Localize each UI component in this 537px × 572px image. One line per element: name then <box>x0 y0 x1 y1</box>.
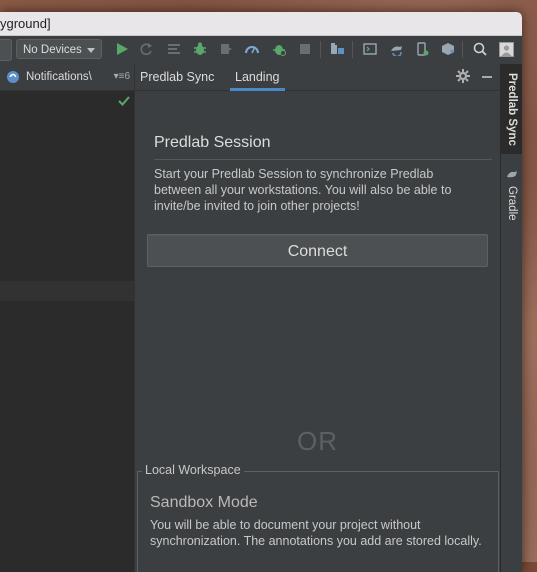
session-description: Start your Predlab Session to synchroniz… <box>154 167 452 213</box>
divider <box>154 159 492 160</box>
session-title: Predlab Session <box>154 134 271 151</box>
notifications-header: Notifications\ ▾≡6 <box>0 64 134 91</box>
or-separator: OR <box>297 426 338 456</box>
stop-icon[interactable] <box>297 41 313 57</box>
toolbar-divider <box>352 41 353 58</box>
panel-options-icon[interactable]: ▾≡6 <box>114 71 130 82</box>
run-config-dropdown[interactable] <box>0 39 12 61</box>
attach-debugger-icon[interactable] <box>218 41 234 57</box>
local-workspace-group: Local Workspace Sandbox Mode You will be… <box>137 463 499 572</box>
coverage-icon[interactable] <box>166 41 182 57</box>
sidebar-item-predlab-sync[interactable]: Predlab Sync <box>501 64 522 154</box>
project-structure-icon[interactable] <box>329 41 345 57</box>
connect-button[interactable]: Connect <box>147 234 488 267</box>
gear-icon[interactable] <box>456 69 470 88</box>
tab-landing[interactable]: Landing <box>230 64 285 91</box>
selected-row[interactable] <box>0 281 134 301</box>
sidebar-item-label: Predlab Sync <box>506 72 518 146</box>
tab-predlab-sync[interactable]: Predlab Sync <box>135 64 219 90</box>
notifications-panel: Notifications\ ▾≡6 <box>0 64 135 572</box>
run-icon[interactable] <box>114 41 130 57</box>
sandbox-title: Sandbox Mode <box>150 494 258 511</box>
sdk-manager-icon[interactable] <box>440 41 456 57</box>
toolbar-divider <box>462 41 463 58</box>
gradle-icon <box>506 169 518 182</box>
toolbar-divider <box>320 41 321 58</box>
panel-options-count: 6 <box>124 71 130 82</box>
sandbox-description: You will be able to document your projec… <box>150 518 482 548</box>
user-avatar-icon[interactable] <box>498 41 514 57</box>
local-workspace-legend: Local Workspace <box>142 463 244 477</box>
attach-profiler-icon[interactable] <box>271 41 287 57</box>
tool-window-tabs: Predlab Sync Landing <box>135 64 500 91</box>
right-tool-strip: Predlab Sync Gradle <box>500 64 522 572</box>
device-selector[interactable]: No Devices <box>16 39 102 59</box>
device-manager-icon[interactable] <box>414 41 430 57</box>
notifications-icon <box>6 70 20 84</box>
panel-options-glyph: ▾≡ <box>113 71 125 82</box>
predlab-tool-window: Predlab Sync Landing Predlab Session Sta… <box>135 64 500 572</box>
sidebar-item-gradle[interactable]: Gradle <box>501 160 522 230</box>
check-icon <box>118 93 130 111</box>
terminal-icon[interactable] <box>362 41 378 57</box>
window-title: yground] <box>0 12 522 36</box>
device-selector-label: No Devices <box>23 44 82 56</box>
sync-gradle-icon[interactable] <box>388 41 404 57</box>
debug-icon[interactable] <box>192 41 208 57</box>
apply-changes-icon[interactable] <box>138 41 154 57</box>
main-toolbar: No Devices <box>0 36 522 65</box>
ide-window: yground] No Devices Notifications\ ▾≡6 P… <box>0 12 522 572</box>
chevron-down-icon <box>87 48 95 53</box>
profile-icon[interactable] <box>244 41 260 57</box>
sidebar-item-label: Gradle <box>506 186 518 221</box>
search-icon[interactable] <box>472 41 488 57</box>
minimize-icon[interactable] <box>482 76 492 78</box>
notifications-label[interactable]: Notifications\ <box>26 64 92 90</box>
